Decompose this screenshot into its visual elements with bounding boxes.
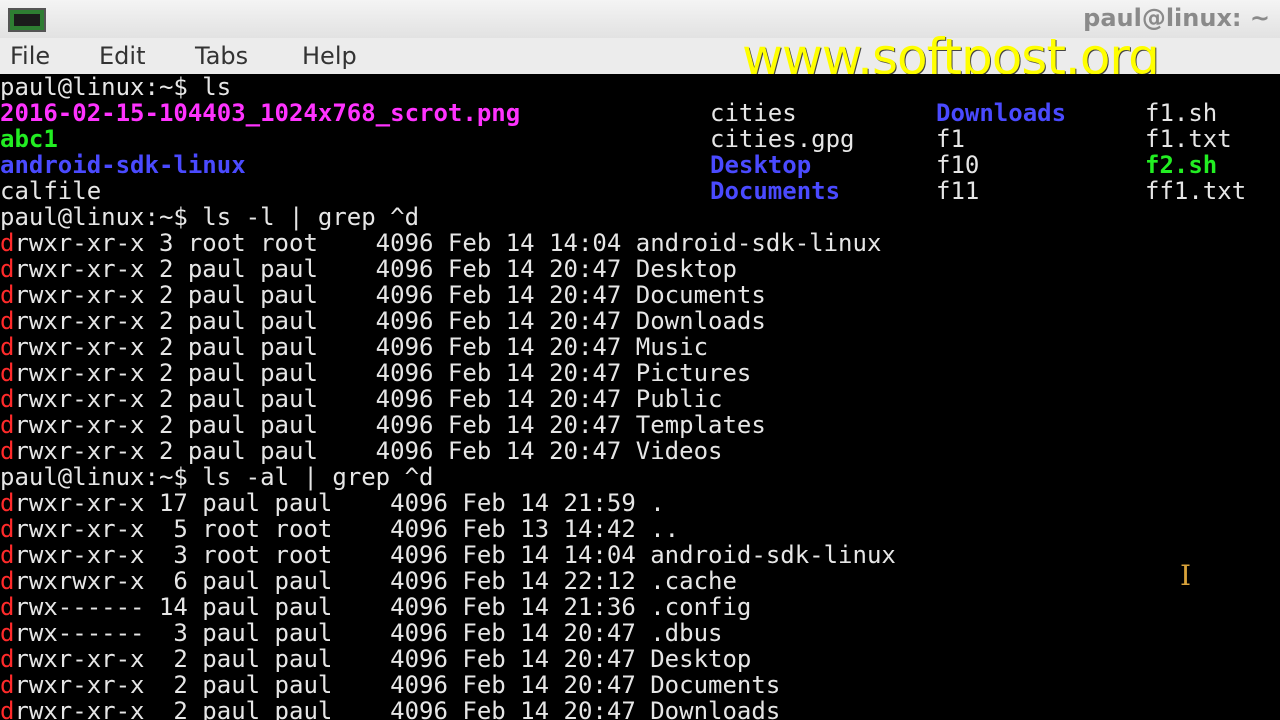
dir-listing-row: drwxr-xr-x 2 paul paul 4096 Feb 14 20:47… xyxy=(0,698,780,720)
ls-entry: f1 xyxy=(936,125,965,153)
dir-listing-row: drwxr-xr-x 2 paul paul 4096 Feb 14 20:47… xyxy=(0,672,780,698)
dir-type-flag: d xyxy=(0,333,15,361)
ls-entry: f1.txt xyxy=(1145,125,1232,153)
dir-listing-text: rwxr-xr-x 2 paul paul 4096 Feb 14 20:47 … xyxy=(14,359,752,387)
dir-type-flag: d xyxy=(0,437,15,465)
dir-type-flag: d xyxy=(0,281,15,309)
dir-listing-row: drwxr-xr-x 2 paul paul 4096 Feb 14 20:47… xyxy=(0,308,766,334)
dir-listing-text: rwxr-xr-x 3 root root 4096 Feb 14 14:04 … xyxy=(14,541,896,569)
dir-type-flag: d xyxy=(0,619,15,647)
dir-type-flag: d xyxy=(0,411,15,439)
dir-listing-text: rwxr-xr-x 2 paul paul 4096 Feb 14 20:47 … xyxy=(14,333,709,361)
menu-edit[interactable]: Edit xyxy=(99,42,145,70)
ls-entry: Desktop xyxy=(710,151,812,179)
menu-file[interactable]: File xyxy=(10,42,50,70)
terminal-output[interactable]: paul@linux:~$ ls 2016-02-15-104403_1024x… xyxy=(0,74,1280,720)
dir-listing-text: rwx------ 3 paul paul 4096 Feb 14 20:47 … xyxy=(14,619,723,647)
dir-listing-row: drwx------ 3 paul paul 4096 Feb 14 20:47… xyxy=(0,620,722,646)
dir-listing-row: drwxr-xr-x 2 paul paul 4096 Feb 14 20:47… xyxy=(0,646,751,672)
dir-listing-text: rwxr-xr-x 2 paul paul 4096 Feb 14 20:47 … xyxy=(14,437,723,465)
ls-entry: Downloads xyxy=(936,99,1067,127)
dir-listing-row: drwxr-xr-x 2 paul paul 4096 Feb 14 20:47… xyxy=(0,412,766,438)
ls-entry: f11 xyxy=(936,177,980,205)
ls-entry: abc1 xyxy=(0,125,58,153)
ls-entry: cities.gpg xyxy=(710,125,855,153)
ls-entry: ff1.txt xyxy=(1145,177,1247,205)
ls-entry: f1.sh xyxy=(1145,99,1218,127)
dir-listing-row: drwxr-xr-x 2 paul paul 4096 Feb 14 20:47… xyxy=(0,386,722,412)
dir-listing-text: rwxr-xr-x 3 root root 4096 Feb 14 14:04 … xyxy=(14,229,882,257)
dir-type-flag: d xyxy=(0,515,15,543)
dir-listing-text: rwxr-xr-x 2 paul paul 4096 Feb 14 20:47 … xyxy=(14,411,766,439)
dir-listing-row: drwxr-xr-x 2 paul paul 4096 Feb 14 20:47… xyxy=(0,282,766,308)
dir-type-flag: d xyxy=(0,645,15,673)
ls-entry: cities xyxy=(710,99,797,127)
dir-listing-row: drwxrwxr-x 6 paul paul 4096 Feb 14 22:12… xyxy=(0,568,737,594)
ls-entry: Documents xyxy=(710,177,841,205)
ls-entry: 2016-02-15-104403_1024x768_scrot.png xyxy=(0,99,521,127)
dir-listing-text: rwx------ 14 paul paul 4096 Feb 14 21:36… xyxy=(14,593,752,621)
ls-entry: android-sdk-linux xyxy=(0,151,246,179)
dir-listing-text: rwxr-xr-x 5 root root 4096 Feb 13 14:42 … xyxy=(14,515,680,543)
dir-listing-row: drwxr-xr-x 3 root root 4096 Feb 14 14:04… xyxy=(0,542,896,568)
dir-type-flag: d xyxy=(0,255,15,283)
dir-type-flag: d xyxy=(0,541,15,569)
dir-listing-row: drwxr-xr-x 2 paul paul 4096 Feb 14 20:47… xyxy=(0,360,751,386)
dir-listing-row: drwxr-xr-x 3 root root 4096 Feb 14 14:04… xyxy=(0,230,881,256)
dir-type-flag: d xyxy=(0,567,15,595)
dir-listing-row: drwxr-xr-x 17 paul paul 4096 Feb 14 21:5… xyxy=(0,490,665,516)
dir-listing-text: rwxr-xr-x 2 paul paul 4096 Feb 14 20:47 … xyxy=(14,671,781,699)
dir-type-flag: d xyxy=(0,489,15,517)
dir-listing-text: rwxr-xr-x 2 paul paul 4096 Feb 14 20:47 … xyxy=(14,385,723,413)
dir-listing-text: rwxr-xr-x 2 paul paul 4096 Feb 14 20:47 … xyxy=(14,255,737,283)
dir-type-flag: d xyxy=(0,385,15,413)
dir-type-flag: d xyxy=(0,229,15,257)
dir-listing-text: rwxr-xr-x 17 paul paul 4096 Feb 14 21:59… xyxy=(14,489,665,517)
ls-entry: f10 xyxy=(936,151,980,179)
dir-listing-row: drwxr-xr-x 5 root root 4096 Feb 13 14:42… xyxy=(0,516,679,542)
dir-type-flag: d xyxy=(0,671,15,699)
dir-type-flag: d xyxy=(0,359,15,387)
dir-type-flag: d xyxy=(0,307,15,335)
ls-entry: f2.sh xyxy=(1145,151,1218,179)
prompt-ls-al: paul@linux:~$ ls -al | grep ^d xyxy=(0,463,434,491)
dir-type-flag: d xyxy=(0,697,15,720)
dir-listing-text: rwxrwxr-x 6 paul paul 4096 Feb 14 22:12 … xyxy=(14,567,737,595)
dir-listing-text: rwxr-xr-x 2 paul paul 4096 Feb 14 20:47 … xyxy=(14,307,766,335)
dir-listing-row: drwxr-xr-x 2 paul paul 4096 Feb 14 20:47… xyxy=(0,438,722,464)
dir-listing-text: rwxr-xr-x 2 paul paul 4096 Feb 14 20:47 … xyxy=(14,645,752,673)
prompt-ls-l: paul@linux:~$ ls -l | grep ^d xyxy=(0,203,420,231)
menu-help[interactable]: Help xyxy=(302,42,357,70)
prompt-ls: paul@linux:~$ ls xyxy=(0,74,232,101)
dir-listing-row: drwxr-xr-x 2 paul paul 4096 Feb 14 20:47… xyxy=(0,334,708,360)
menu-tabs[interactable]: Tabs xyxy=(195,42,248,70)
text-cursor-icon: I xyxy=(1180,559,1192,592)
terminal-app-icon xyxy=(8,8,46,32)
dir-listing-row: drwxr-xr-x 2 paul paul 4096 Feb 14 20:47… xyxy=(0,256,737,282)
dir-type-flag: d xyxy=(0,593,15,621)
ls-entry: calfile xyxy=(0,177,102,205)
dir-listing-text: rwxr-xr-x 2 paul paul 4096 Feb 14 20:47 … xyxy=(14,697,781,720)
dir-listing-row: drwx------ 14 paul paul 4096 Feb 14 21:3… xyxy=(0,594,751,620)
dir-listing-text: rwxr-xr-x 2 paul paul 4096 Feb 14 20:47 … xyxy=(14,281,766,309)
